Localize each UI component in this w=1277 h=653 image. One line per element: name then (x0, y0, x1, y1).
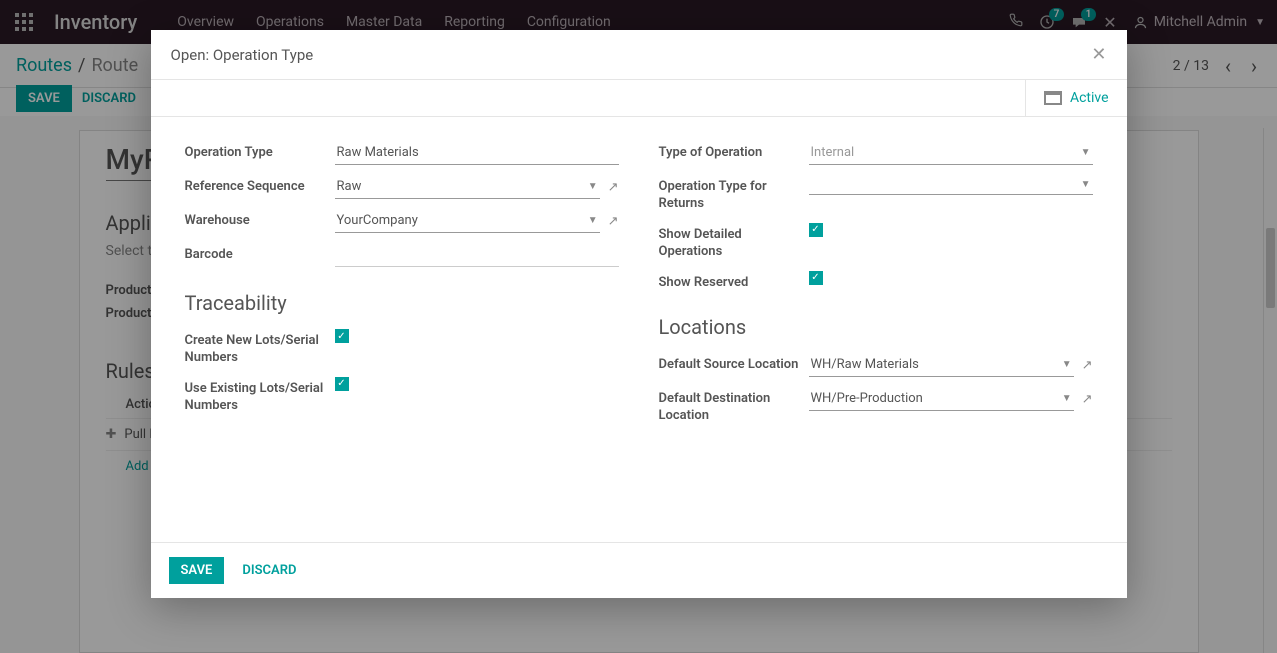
operation-type-input[interactable] (335, 141, 619, 165)
section-locations: Locations (659, 315, 1093, 339)
archive-icon (1044, 91, 1062, 105)
modal-save-button[interactable]: SAVE (169, 557, 225, 584)
modal-discard-button[interactable]: DISCARD (232, 557, 306, 584)
chevron-down-icon[interactable]: ▼ (588, 215, 598, 226)
modal-body: Operation Type Reference Sequence Raw ▼ (151, 117, 1127, 542)
default-dest-value: WH/Pre-Production (811, 391, 1062, 406)
label-reference-sequence: Reference Sequence (185, 175, 335, 196)
external-link-icon[interactable]: ↗ (1082, 392, 1093, 407)
label-operation-type: Operation Type (185, 141, 335, 162)
label-op-returns: Operation Type for Returns (659, 175, 809, 213)
section-traceability: Traceability (185, 291, 619, 315)
chevron-down-icon[interactable]: ▼ (1062, 393, 1072, 404)
show-reserved-checkbox[interactable]: ✓ (809, 271, 823, 285)
modal-toolbar: Active (151, 80, 1127, 117)
chevron-down-icon[interactable]: ▼ (588, 181, 598, 192)
modal-header: Open: Operation Type ✕ (151, 30, 1127, 80)
modal-dialog: Open: Operation Type ✕ Active Operation … (151, 30, 1127, 598)
modal-close-button[interactable]: ✕ (1091, 44, 1106, 65)
label-barcode: Barcode (185, 243, 335, 264)
create-lots-checkbox[interactable]: ✓ (335, 329, 349, 343)
barcode-input[interactable] (335, 243, 619, 267)
chevron-down-icon[interactable]: ▼ (1081, 147, 1091, 158)
type-of-operation-select[interactable]: Internal ▼ (809, 141, 1093, 165)
external-link-icon[interactable]: ↗ (1082, 358, 1093, 373)
label-type-of-operation: Type of Operation (659, 141, 809, 162)
external-link-icon[interactable]: ↗ (608, 180, 619, 195)
active-label: Active (1070, 90, 1109, 106)
modal-overlay[interactable]: Open: Operation Type ✕ Active Operation … (0, 0, 1277, 653)
modal-footer: SAVE DISCARD (151, 542, 1127, 598)
label-warehouse: Warehouse (185, 209, 335, 230)
warehouse-value: YourCompany (337, 213, 588, 228)
modal-left-col: Operation Type Reference Sequence Raw ▼ (185, 141, 619, 435)
default-source-value: WH/Raw Materials (811, 357, 1062, 372)
show-detailed-checkbox[interactable]: ✓ (809, 223, 823, 237)
type-of-operation-value: Internal (811, 145, 1081, 160)
label-show-reserved: Show Reserved (659, 271, 809, 292)
reference-sequence-value: Raw (337, 179, 588, 194)
external-link-icon[interactable]: ↗ (608, 214, 619, 229)
label-use-lots: Use Existing Lots/Serial Numbers (185, 377, 335, 415)
default-source-select[interactable]: WH/Raw Materials ▼ (809, 353, 1074, 377)
op-returns-select[interactable]: ▼ (809, 175, 1093, 195)
modal-right-col: Type of Operation Internal ▼ Operation T… (659, 141, 1093, 435)
chevron-down-icon[interactable]: ▼ (1062, 359, 1072, 370)
warehouse-select[interactable]: YourCompany ▼ (335, 209, 600, 233)
use-lots-checkbox[interactable]: ✓ (335, 377, 349, 391)
modal-title: Open: Operation Type (171, 46, 314, 64)
label-create-lots: Create New Lots/Serial Numbers (185, 329, 335, 367)
chevron-down-icon[interactable]: ▼ (1081, 179, 1091, 190)
default-dest-select[interactable]: WH/Pre-Production ▼ (809, 387, 1074, 411)
active-toggle[interactable]: Active (1025, 80, 1127, 116)
label-default-source: Default Source Location (659, 353, 809, 374)
reference-sequence-select[interactable]: Raw ▼ (335, 175, 600, 199)
label-default-dest: Default Destination Location (659, 387, 809, 425)
label-show-detailed: Show Detailed Operations (659, 223, 809, 261)
